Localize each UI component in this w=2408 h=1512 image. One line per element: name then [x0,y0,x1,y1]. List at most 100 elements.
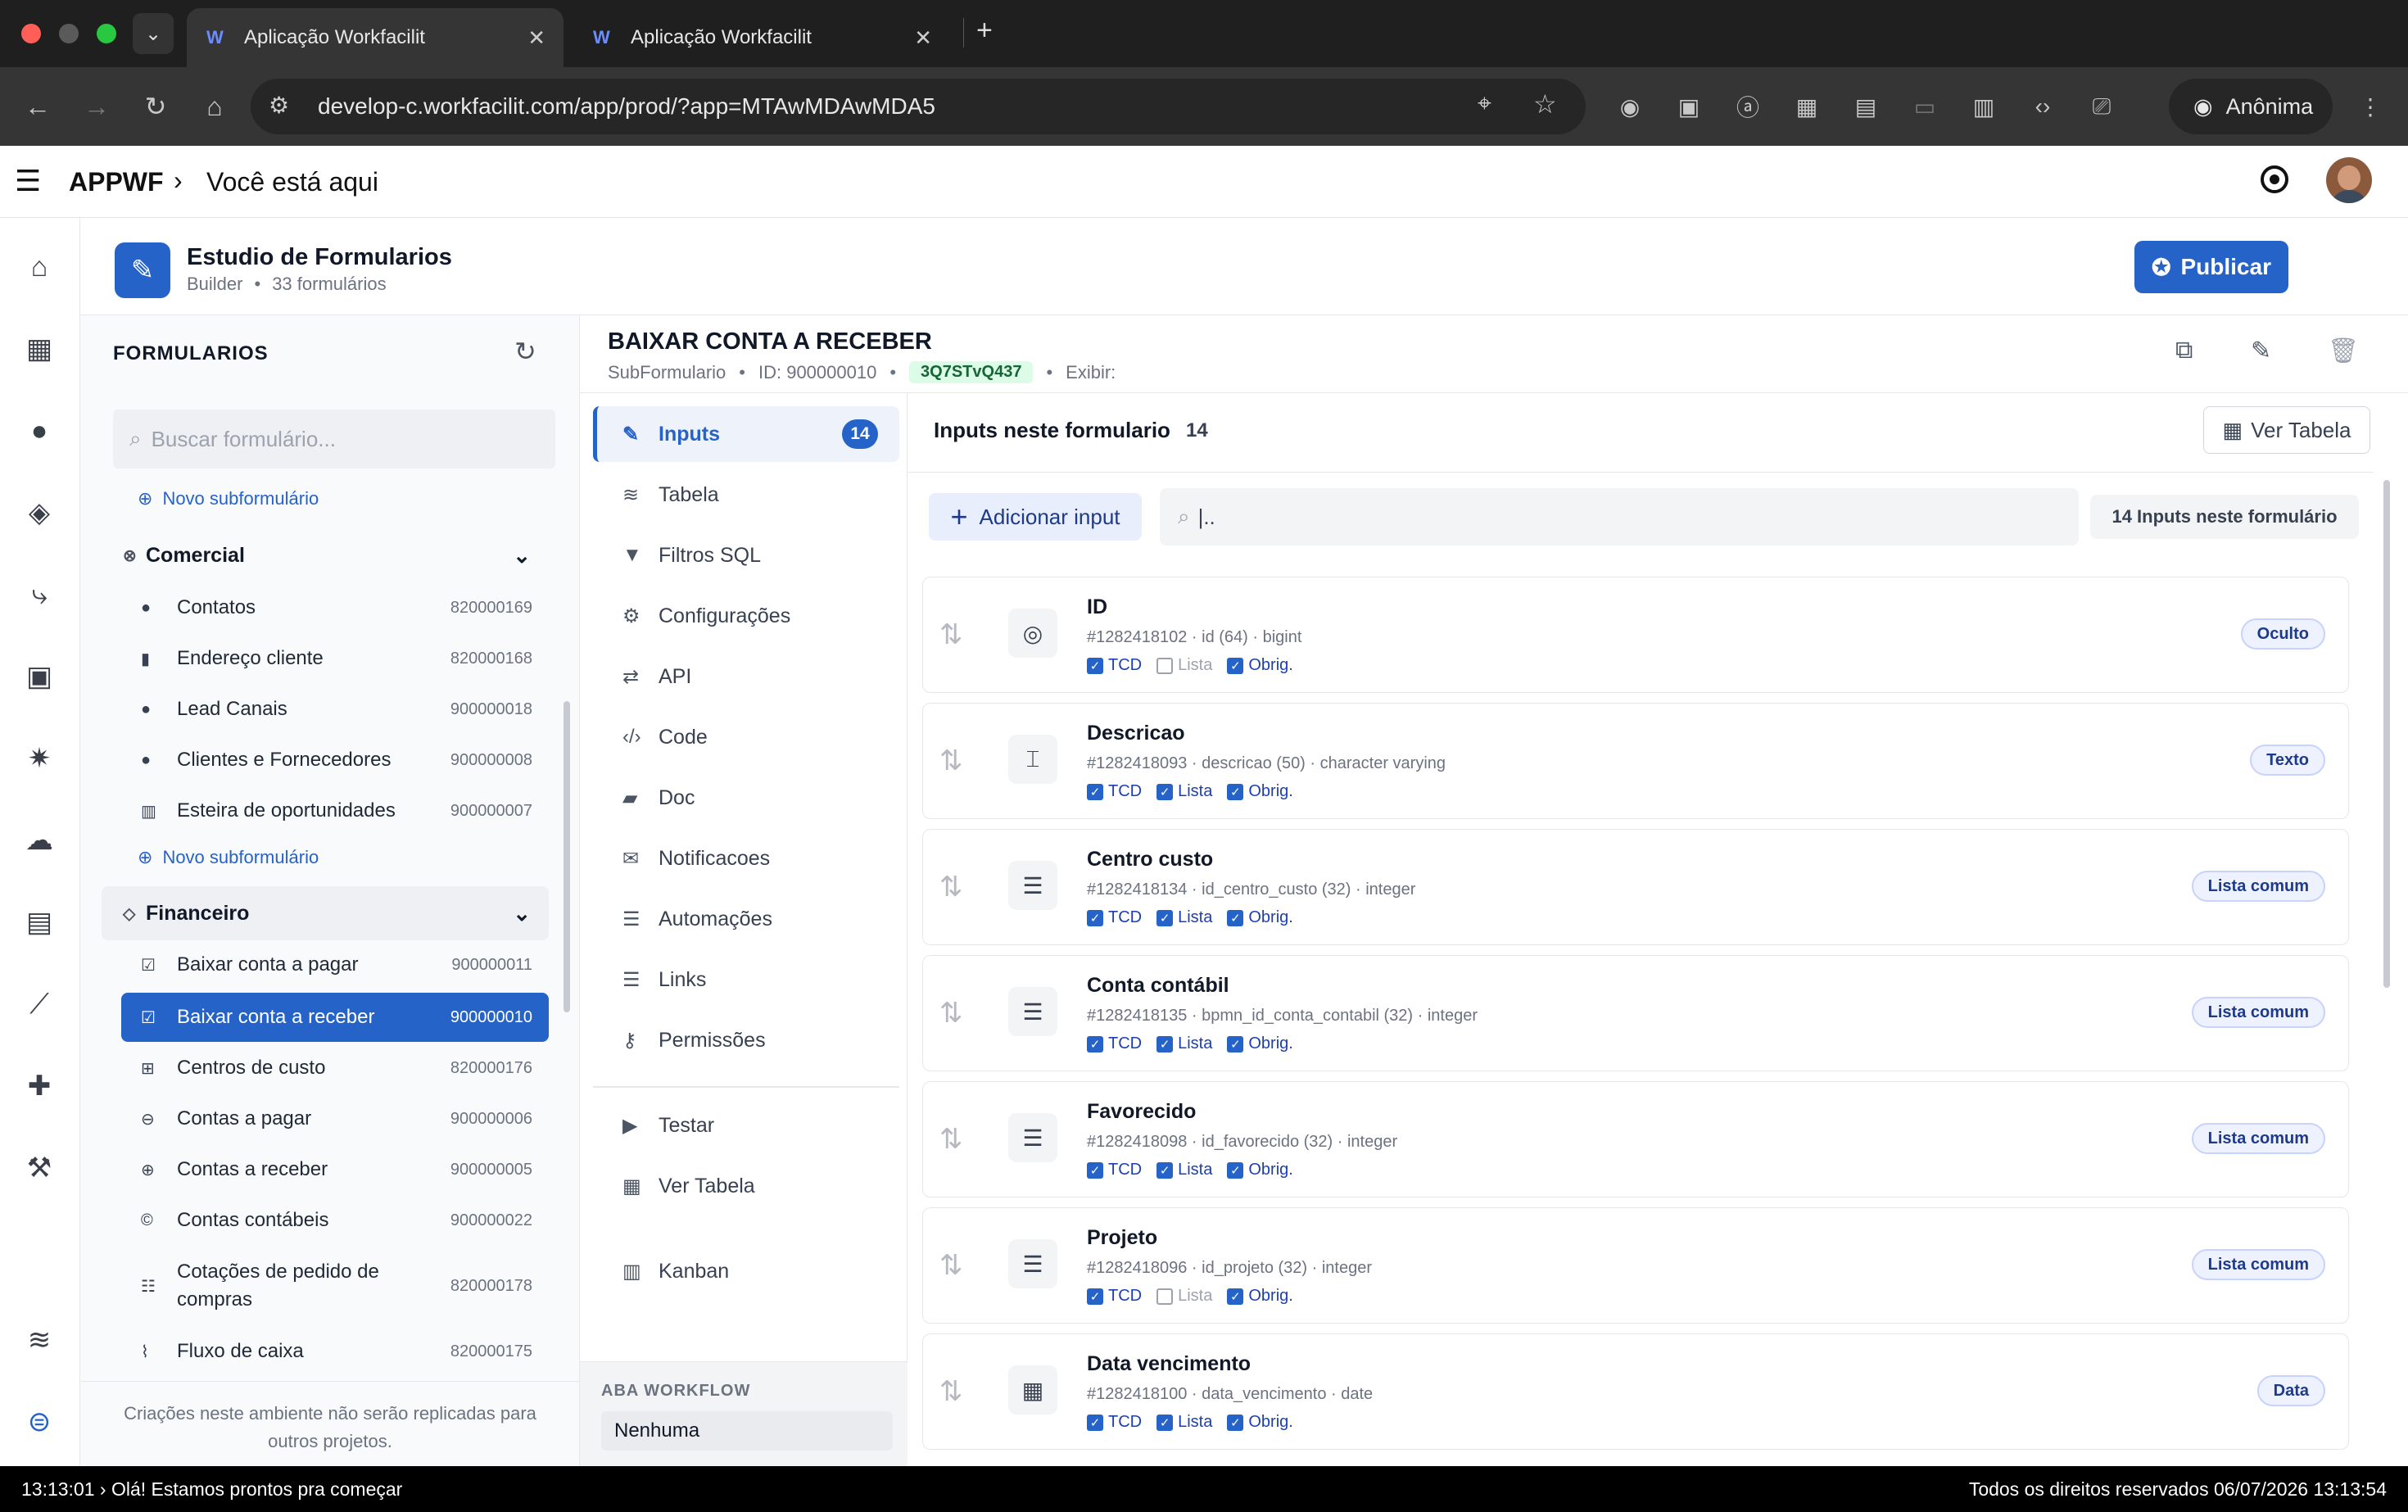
workflow-select[interactable]: Nenhuma [601,1411,893,1451]
table-extension-icon[interactable]: ▥ [1964,87,2003,126]
flag-lista-checkbox[interactable]: Lista [1156,1287,1212,1306]
menu-automacoes[interactable]: ☰ Automações [593,891,899,947]
flag-obrig-checkbox[interactable]: ✓ Obrig. [1227,1413,1293,1432]
puzzle-icon[interactable]: ✚ [20,1066,59,1106]
dashboard-icon[interactable]: ▦ [20,329,59,369]
record-icon[interactable] [2261,165,2288,193]
menu-testar[interactable]: ▶ Testar [593,1098,899,1153]
user-icon[interactable]: ● [20,411,59,450]
devices-icon[interactable]: ▭ [1905,87,1944,126]
menu-api[interactable]: ⇄ API [593,649,899,704]
menu-tabela[interactable]: ≋ Tabela [593,467,899,523]
refresh-icon[interactable]: ↻ [514,336,536,367]
flag-tcd-checkbox[interactable]: ✓ TCD [1087,1034,1142,1053]
form-item[interactable]: ● Lead Canais 900000018 [123,686,549,732]
settings-icon[interactable]: ✷ [20,739,59,778]
flag-tcd-checkbox[interactable]: ✓ TCD [1087,1287,1142,1306]
input-type-badge[interactable]: Lista comum [2191,1123,2325,1154]
bookmark-star-icon[interactable]: ☆ [1533,88,1557,120]
maximize-window-button[interactable] [97,24,116,43]
flag-lista-checkbox[interactable]: Lista [1156,656,1212,675]
publish-button[interactable]: ✪ Publicar [2134,241,2288,293]
flag-lista-checkbox[interactable]: ✓ Lista [1156,1413,1212,1432]
browser-tab-active[interactable]: W Aplicação Workfacilit ✕ [187,8,564,67]
form-item-selected[interactable]: ☑ Baixar conta a receber 900000010 [121,993,549,1042]
address-bar[interactable]: ⚙ develop-c.workfacilit.com/app/prod/?ap… [251,79,1586,134]
input-card[interactable]: ⇅ ☰ Conta contábil #1282418135 · bpmn_id_co… [922,955,2349,1071]
input-card[interactable]: ⇅ ☰ Projeto #1282418096 · id_projeto (32) ·… [922,1207,2349,1324]
menu-code[interactable]: ‹/› Code [593,709,899,765]
group-financeiro[interactable]: ◇ Financeiro ⌄ [102,886,549,940]
reload-icon[interactable]: ↻ [136,87,175,126]
flag-lista-checkbox[interactable]: ✓ Lista [1156,782,1212,801]
flag-obrig-checkbox[interactable]: ✓ Obrig. [1227,1287,1293,1306]
forms-scrollbar[interactable] [564,701,570,1012]
qr-code-icon[interactable]: ▦ [1787,87,1826,126]
drag-handle-icon[interactable]: ⇅ [939,618,963,651]
minimize-window-button[interactable] [59,24,79,43]
menu-notificacoes[interactable]: ✉ Notificacoes [593,831,899,886]
menu-inputs[interactable]: ✎ Inputs 14 [593,406,899,462]
drag-handle-icon[interactable]: ⇅ [939,1375,963,1408]
new-subform-link[interactable]: ⊕ Novo subformulário [138,847,319,868]
form-item[interactable]: ● Contatos 820000169 [123,585,549,631]
flag-tcd-checkbox[interactable]: ✓ TCD [1087,908,1142,927]
location-icon[interactable]: ⌖ [1478,90,1491,118]
input-card[interactable]: ⇅ ☰ Centro custo #1282418134 · id_centro_cu… [922,829,2349,945]
flag-tcd-checkbox[interactable]: ✓ TCD [1087,656,1142,675]
form-item[interactable]: ● Clientes e Fornecedores 900000008 [123,737,549,783]
flow-icon[interactable]: ⤷ [20,575,59,614]
flag-tcd-checkbox[interactable]: ✓ TCD [1087,782,1142,801]
tools-icon[interactable]: ⚒ [20,1148,59,1188]
input-type-badge[interactable]: Lista comum [2191,997,2325,1028]
input-type-badge[interactable]: Texto [2250,745,2325,776]
new-tab-icon[interactable]: + [976,15,993,47]
apps-icon[interactable]: ◈ [20,493,59,532]
cast-icon[interactable]: ⎚ [2082,87,2121,126]
toggle-icon[interactable]: ⊜ [20,1402,59,1442]
duplicate-icon[interactable]: ⧉ [2175,337,2193,364]
reader-mode-icon[interactable]: ▤ [1846,87,1885,126]
flag-obrig-checkbox[interactable]: ✓ Obrig. [1227,1034,1293,1053]
site-info-icon[interactable]: ⚙ [269,92,289,119]
home-icon[interactable]: ⌂ [20,247,59,287]
drag-handle-icon[interactable]: ⇅ [939,1249,963,1282]
form-item[interactable]: ⊞ Centros de custo 820000176 [123,1045,549,1091]
input-card[interactable]: ⇅ ▦ Data vencimento #1282418100 · data_venc… [922,1333,2349,1450]
close-tab-icon[interactable]: ✕ [914,25,932,51]
flag-lista-checkbox[interactable]: ✓ Lista [1156,1034,1212,1053]
form-item[interactable]: ▥ Esteira de oportunidades 900000007 [123,788,549,834]
database-icon[interactable]: ≋ [20,1320,59,1360]
profile-button[interactable]: ◉ Anônima [2169,79,2333,134]
screenshot-icon[interactable]: ▣ [1669,87,1709,126]
add-input-button[interactable]: + Adicionar input [929,493,1142,541]
browser-menu-icon[interactable]: ⋮ [2351,87,2390,126]
flag-obrig-checkbox[interactable]: ✓ Obrig. [1227,1161,1293,1179]
flag-obrig-checkbox[interactable]: ✓ Obrig. [1227,782,1293,801]
new-subform-link[interactable]: ⊕ Novo subformulário [138,488,319,509]
ver-tabela-button[interactable]: ▦ Ver Tabela [2203,406,2370,454]
drag-handle-icon[interactable]: ⇅ [939,1123,963,1156]
home-icon[interactable]: ⌂ [195,87,234,126]
chevron-down-icon[interactable]: ⌄ [513,901,531,926]
form-item[interactable]: ☷ Cotações de pedido de compras 820000178 [123,1253,549,1319]
menu-kanban[interactable]: ▥ Kanban [593,1243,899,1299]
incognito-icon[interactable]: ◉ [1610,87,1650,126]
menu-doc[interactable]: ▰ Doc [593,770,899,826]
form-item[interactable]: ☑ Baixar conta a pagar 900000011 [123,942,549,988]
close-window-button[interactable] [21,24,41,43]
forms-icon[interactable]: ▤ [20,903,59,942]
menu-filtros-sql[interactable]: ▼ Filtros SQL [593,527,899,583]
menu-configuracoes[interactable]: ⚙ Configurações [593,588,899,644]
drag-handle-icon[interactable]: ⇅ [939,997,963,1030]
back-icon[interactable]: ← [18,87,57,126]
input-type-badge[interactable]: Lista comum [2191,1249,2325,1280]
edit-icon[interactable]: ✎ [2251,337,2271,365]
flag-lista-checkbox[interactable]: ✓ Lista [1156,1161,1212,1179]
input-type-badge[interactable]: Lista comum [2191,871,2325,902]
flag-tcd-checkbox[interactable]: ✓ TCD [1087,1161,1142,1179]
flag-obrig-checkbox[interactable]: ✓ Obrig. [1227,908,1293,927]
group-comercial[interactable]: ⊗ Comercial ⌄ [102,532,549,578]
form-search-input[interactable]: ⌕ Buscar formulário... [113,410,555,469]
bot-icon[interactable]: ▣ [20,657,59,696]
